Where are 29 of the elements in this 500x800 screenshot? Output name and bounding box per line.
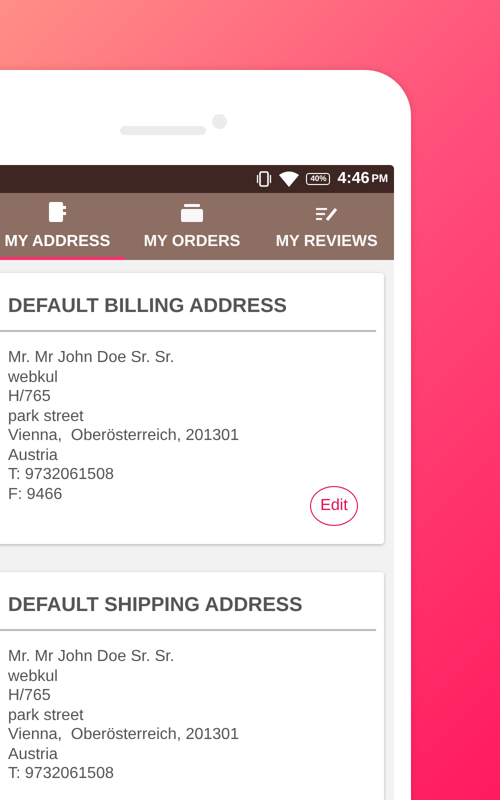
address-line: Austria: [8, 446, 59, 465]
address-line: park street: [8, 706, 85, 725]
address-line: F: 9466: [8, 484, 64, 504]
address-line: Mr. Mr John Doe Sr. Sr.: [8, 647, 176, 666]
address-line: webkul: [8, 666, 59, 686]
address-line: T: 9732061508: [8, 465, 115, 484]
address-line: H/765: [8, 686, 52, 706]
address-line: webkul: [8, 368, 59, 387]
address-line: Austria: [8, 744, 59, 764]
notebook-icon: [46, 201, 68, 223]
address-line: park street: [8, 406, 85, 426]
wifi-icon: [279, 171, 300, 187]
battery-level: 40%: [306, 173, 330, 185]
tab[interactable]: MY ORDERS: [124, 193, 260, 260]
folder-icon: [180, 203, 204, 223]
edit-list-icon: [314, 205, 339, 223]
address-line: H/765: [8, 387, 52, 406]
card-title: DEFAULT BILLING ADDRESS: [0, 273, 376, 332]
address-line: Mr. Mr John Doe Sr. Sr.: [8, 348, 176, 368]
clock-time: 4:46: [337, 170, 370, 188]
tab[interactable]: MY ADDRESS: [0, 193, 125, 260]
address-line: Vienna, Oberösterreich, 201301: [8, 426, 240, 446]
tab[interactable]: MY REVIEWS: [259, 193, 394, 260]
clock-period: PM: [372, 173, 388, 185]
card-title: DEFAULT SHIPPING ADDRESS: [0, 572, 376, 631]
edit-button[interactable]: Edit: [310, 486, 358, 526]
address-line: T: 9732061508: [8, 764, 115, 784]
vibrate-icon: [256, 171, 272, 187]
address-line: Vienna, Oberösterreich, 201301: [8, 725, 240, 744]
